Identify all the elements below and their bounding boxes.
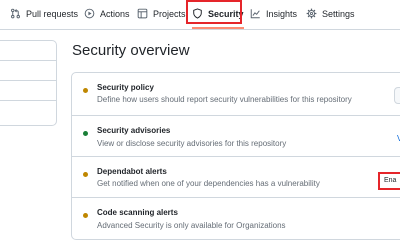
row-title: Security advisories bbox=[97, 126, 171, 135]
security-features-panel: Security policy Define how users should … bbox=[71, 72, 400, 240]
row-description: Define how users should report security … bbox=[97, 95, 352, 104]
tab-label: Settings bbox=[322, 8, 355, 19]
sidebar-item[interactable] bbox=[0, 60, 57, 81]
status-dot bbox=[83, 172, 88, 177]
repo-nav: Pull requests Actions Projects Security … bbox=[0, 0, 400, 30]
tab-label: Insights bbox=[266, 8, 298, 19]
tab-projects[interactable]: Projects bbox=[137, 0, 186, 27]
status-dot bbox=[83, 131, 88, 136]
tab-security[interactable]: Security bbox=[192, 0, 244, 29]
tab-actions[interactable]: Actions bbox=[84, 0, 130, 27]
status-dot bbox=[83, 213, 88, 218]
row-title: Security policy bbox=[97, 83, 154, 92]
pull-request-icon bbox=[10, 8, 21, 19]
sidebar-item[interactable] bbox=[0, 100, 57, 126]
row-description: View or disclose security advisories for… bbox=[97, 139, 287, 148]
play-icon bbox=[84, 8, 95, 19]
row-description: Advanced Security is only available for … bbox=[97, 221, 286, 230]
status-dot bbox=[83, 88, 88, 93]
security-advisories-row: Security advisories View or disclose sec… bbox=[72, 115, 400, 157]
tab-insights[interactable]: Insights bbox=[250, 0, 297, 27]
button-label: Ena bbox=[384, 177, 397, 184]
shield-icon bbox=[192, 8, 203, 19]
sidebar-item[interactable] bbox=[0, 40, 57, 61]
tab-label: Pull requests bbox=[26, 8, 79, 19]
active-tab-underline bbox=[192, 27, 244, 29]
tab-settings[interactable]: Settings bbox=[306, 0, 355, 27]
row-description: Get notified when one of your dependenci… bbox=[97, 179, 320, 188]
dependabot-alerts-row: Dependabot alerts Get notified when one … bbox=[72, 156, 400, 198]
tab-label: Security bbox=[208, 8, 244, 19]
code-scanning-alerts-row: Code scanning alerts Advanced Security i… bbox=[72, 197, 400, 241]
policy-action-button[interactable] bbox=[394, 87, 400, 104]
sidebar-item[interactable] bbox=[0, 80, 57, 101]
table-icon bbox=[137, 8, 148, 19]
tab-label: Actions bbox=[100, 8, 130, 19]
dependabot-enable-button[interactable]: Ena bbox=[378, 172, 400, 190]
security-policy-row: Security policy Define how users should … bbox=[72, 73, 400, 115]
row-title: Dependabot alerts bbox=[97, 167, 167, 176]
page-title: Security overview bbox=[72, 42, 190, 59]
tab-pull-requests[interactable]: Pull requests bbox=[10, 0, 78, 27]
row-title: Code scanning alerts bbox=[97, 208, 178, 217]
tab-label: Projects bbox=[153, 8, 186, 19]
gear-icon bbox=[306, 8, 317, 19]
graph-icon bbox=[250, 8, 261, 19]
